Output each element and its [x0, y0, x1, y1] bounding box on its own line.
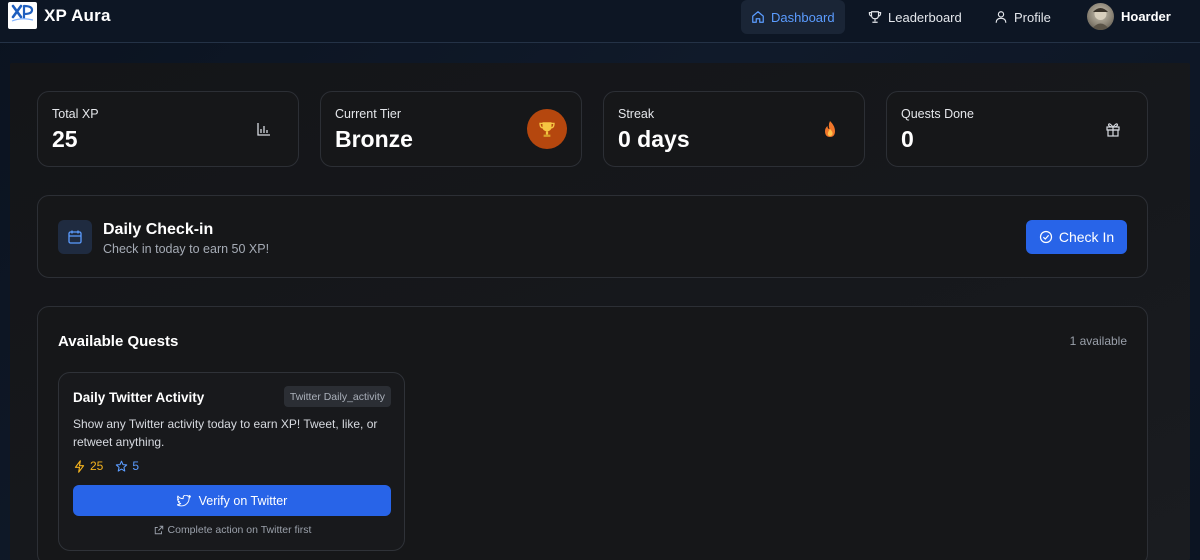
verify-label: Verify on Twitter — [198, 493, 288, 508]
stat-card-streak: Streak 0 days — [603, 91, 865, 167]
username[interactable]: Hoarder — [1121, 9, 1171, 24]
section-title: Available Quests — [58, 333, 179, 350]
quest-card: Daily Twitter Activity Twitter Daily_act… — [58, 372, 405, 551]
quest-tag-badge: Twitter Daily_activity — [283, 386, 391, 407]
user-icon — [995, 11, 1007, 23]
dashboard-panel: Total XP 25 Current Tier Bronze Streak 0… — [10, 63, 1190, 560]
nav-leaderboard[interactable]: Leaderboard — [858, 0, 972, 34]
checkin-subtitle: Check in today to earn 50 XP! — [103, 242, 270, 256]
stat-label: Total XP — [52, 107, 99, 121]
xp-value: 25 — [90, 459, 104, 473]
stat-value: 25 — [52, 126, 78, 152]
nav-dashboard-label: Dashboard — [771, 9, 835, 25]
points-value: 5 — [132, 459, 140, 473]
stat-label: Quests Done — [901, 107, 974, 121]
stat-card-current-tier: Current Tier Bronze — [320, 91, 582, 167]
app-logo[interactable] — [8, 2, 37, 29]
nav-profile[interactable]: Profile — [984, 0, 1061, 34]
fire-icon — [810, 109, 850, 149]
verify-on-twitter-button[interactable]: Verify on Twitter — [73, 485, 391, 516]
quest-title: Daily Twitter Activity — [73, 390, 205, 405]
logo-mark-icon — [11, 4, 34, 22]
check-in-button[interactable]: Check In — [1026, 220, 1127, 254]
nav-dashboard[interactable]: Dashboard — [741, 0, 845, 34]
stat-label: Current Tier — [335, 107, 401, 121]
external-link-icon — [154, 525, 163, 535]
gift-icon — [1093, 109, 1133, 149]
stat-card-total-xp: Total XP 25 — [37, 91, 299, 167]
quest-description: Show any Twitter activity today to earn … — [73, 417, 378, 449]
lightning-icon — [74, 459, 85, 473]
stat-label: Streak — [618, 107, 655, 121]
daily-checkin-card: Daily Check-in Check in today to earn 50… — [37, 195, 1148, 278]
checkin-title: Daily Check-in — [103, 221, 214, 238]
stat-value: 0 — [901, 126, 914, 152]
star-icon — [116, 460, 128, 472]
nav-leaderboard-label: Leaderboard — [888, 9, 962, 25]
calendar-icon — [58, 220, 92, 254]
bar-chart-icon — [244, 109, 284, 149]
trophy-icon — [868, 11, 882, 23]
available-quests-section: Available Quests 1 available Daily Twitt… — [37, 306, 1148, 560]
app-title[interactable]: XP Aura — [44, 6, 111, 26]
avatar-image — [1091, 8, 1110, 30]
check-in-label: Check In — [1058, 229, 1115, 245]
quest-note-text: Complete action on Twitter first — [167, 524, 312, 536]
nav-profile-label: Profile — [1014, 9, 1051, 25]
top-navbar: XP Aura Dashboard Leaderboard Profile Ho… — [0, 0, 1200, 43]
stat-value: Bronze — [335, 126, 413, 152]
twitter-icon — [176, 494, 191, 506]
points-reward: 5 — [115, 459, 139, 473]
quest-note: Complete action on Twitter first — [59, 524, 406, 536]
xp-reward: 25 — [73, 459, 103, 473]
quests-count: 1 available — [1069, 334, 1127, 348]
trophy-icon — [527, 109, 567, 149]
avatar[interactable] — [1087, 3, 1114, 30]
quest-rewards: 25 5 — [73, 459, 139, 473]
stat-value: 0 days — [618, 126, 690, 152]
check-circle-icon — [1039, 230, 1053, 244]
stat-card-quests-done: Quests Done 0 — [886, 91, 1148, 167]
home-icon — [752, 11, 764, 23]
